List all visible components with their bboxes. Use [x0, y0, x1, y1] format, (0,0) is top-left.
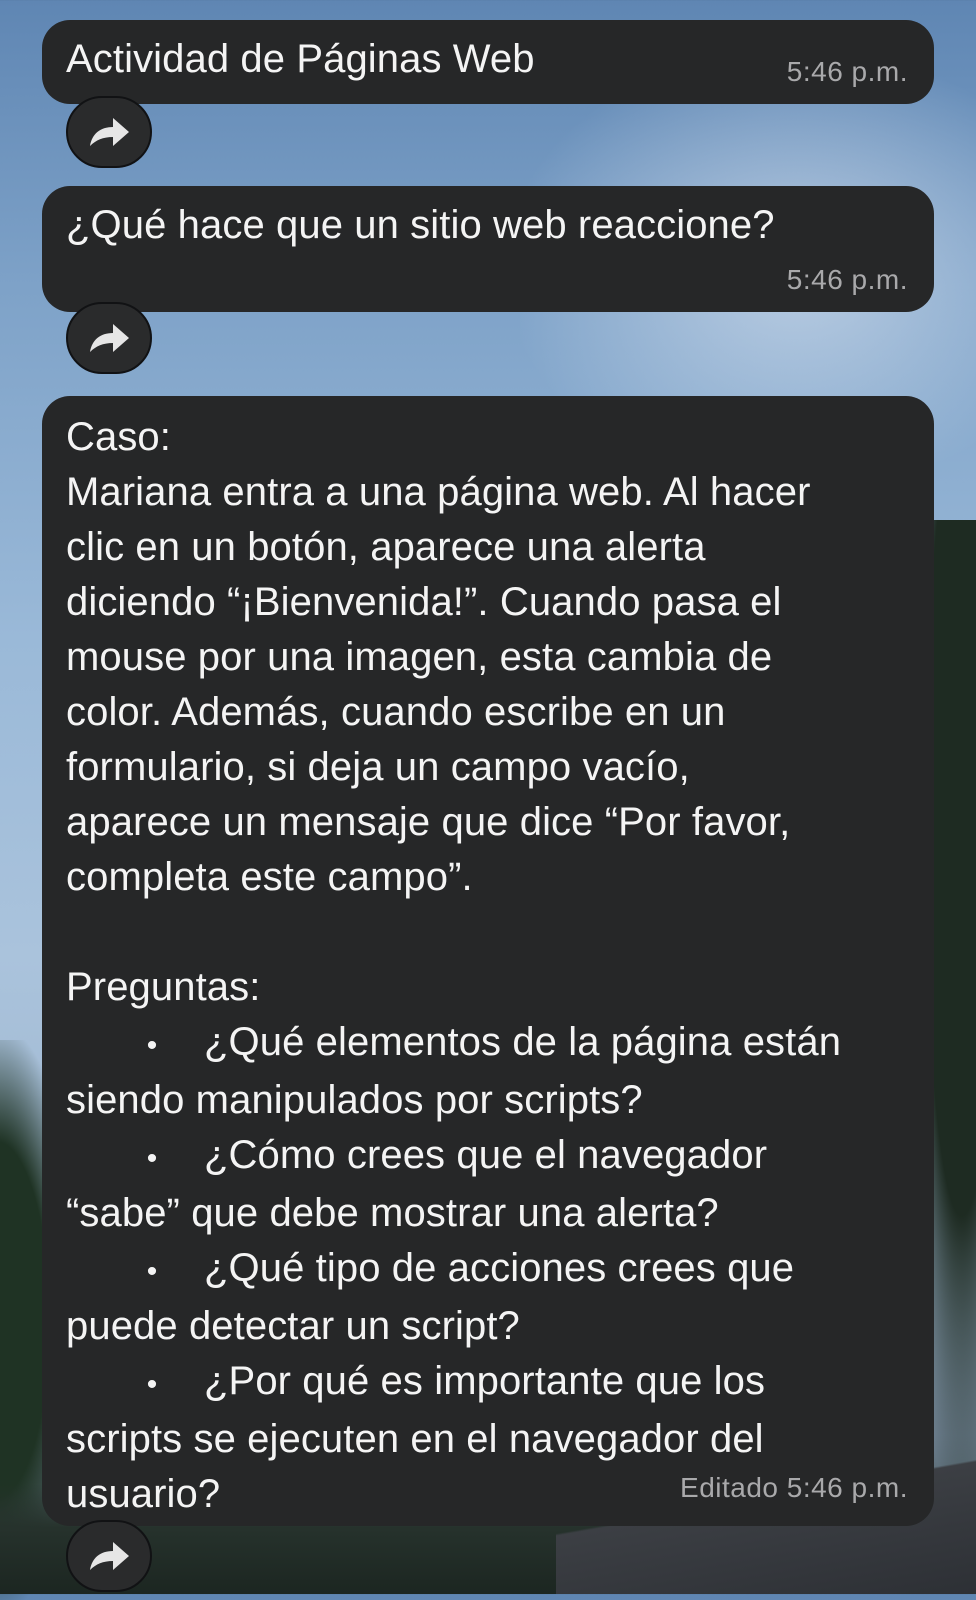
forward-button[interactable] [66, 1520, 152, 1592]
question-continuation: scripts se ejecuten en el navegador del [66, 1417, 764, 1461]
message-timestamp: 5:46 p.m. [786, 264, 908, 295]
case-line: completa este campo”. [66, 855, 473, 899]
case-line: formulario, si deja un campo vacío, [66, 745, 690, 789]
bullet-dot-icon: • [146, 1255, 158, 1288]
forward-arrow-icon [90, 118, 129, 146]
question-item: • ¿Por qué es importante que los [66, 1354, 910, 1412]
case-line: diciendo “¡Bienvenida!”. Cuando pasa el [66, 580, 782, 624]
message-timestamp-edited: Editado 5:46 p.m. [680, 1472, 908, 1503]
question-item: • ¿Cómo crees que el navegador [66, 1128, 910, 1186]
forward-button[interactable] [66, 96, 152, 168]
message-text: ¿Qué hace que un sitio web reaccione? [66, 203, 775, 247]
message-bubble[interactable]: Caso: Mariana entra a una página web. Al … [42, 396, 934, 1526]
bullet-dot-icon: • [146, 1368, 158, 1401]
message-bubble[interactable]: ¿Qué hace que un sitio web reaccione? 5:… [42, 186, 934, 312]
question-text: ¿Qué elementos de la página están [204, 1020, 842, 1064]
question-continuation: puede detectar un script? [66, 1304, 520, 1348]
case-line: Mariana entra a una página web. Al hacer [66, 470, 811, 514]
case-line: mouse por una imagen, esta cambia de [66, 635, 773, 679]
bullet-dot-icon: • [146, 1142, 158, 1175]
question-text: ¿Cómo crees que el navegador [204, 1133, 768, 1177]
case-heading: Caso: [66, 415, 171, 459]
question-item: • ¿Qué tipo de acciones crees que [66, 1241, 910, 1299]
question-item: • ¿Qué elementos de la página están [66, 1015, 910, 1073]
case-line: clic en un botón, aparece una alerta [66, 525, 706, 569]
forward-arrow-icon [90, 1542, 129, 1570]
question-continuation: siendo manipulados por scripts? [66, 1078, 643, 1122]
question-text: ¿Por qué es importante que los [204, 1359, 766, 1403]
message-timestamp: 5:46 p.m. [786, 56, 908, 87]
message-text: Actividad de Páginas Web [66, 37, 535, 81]
question-continuation: “sabe” que debe mostrar una alerta? [66, 1191, 719, 1235]
message-body: Caso: Mariana entra a una página web. Al … [66, 410, 910, 1522]
question-text: ¿Qué tipo de acciones crees que [204, 1246, 795, 1290]
case-line: color. Además, cuando escribe en un [66, 690, 726, 734]
questions-heading: Preguntas: [66, 965, 261, 1009]
forward-button[interactable] [66, 302, 152, 374]
case-line: aparece un mensaje que dice “Por favor, [66, 800, 791, 844]
bullet-dot-icon: • [146, 1029, 158, 1062]
forward-arrow-icon [90, 324, 129, 352]
message-bubble[interactable]: Actividad de Páginas Web 5:46 p.m. [42, 20, 934, 104]
